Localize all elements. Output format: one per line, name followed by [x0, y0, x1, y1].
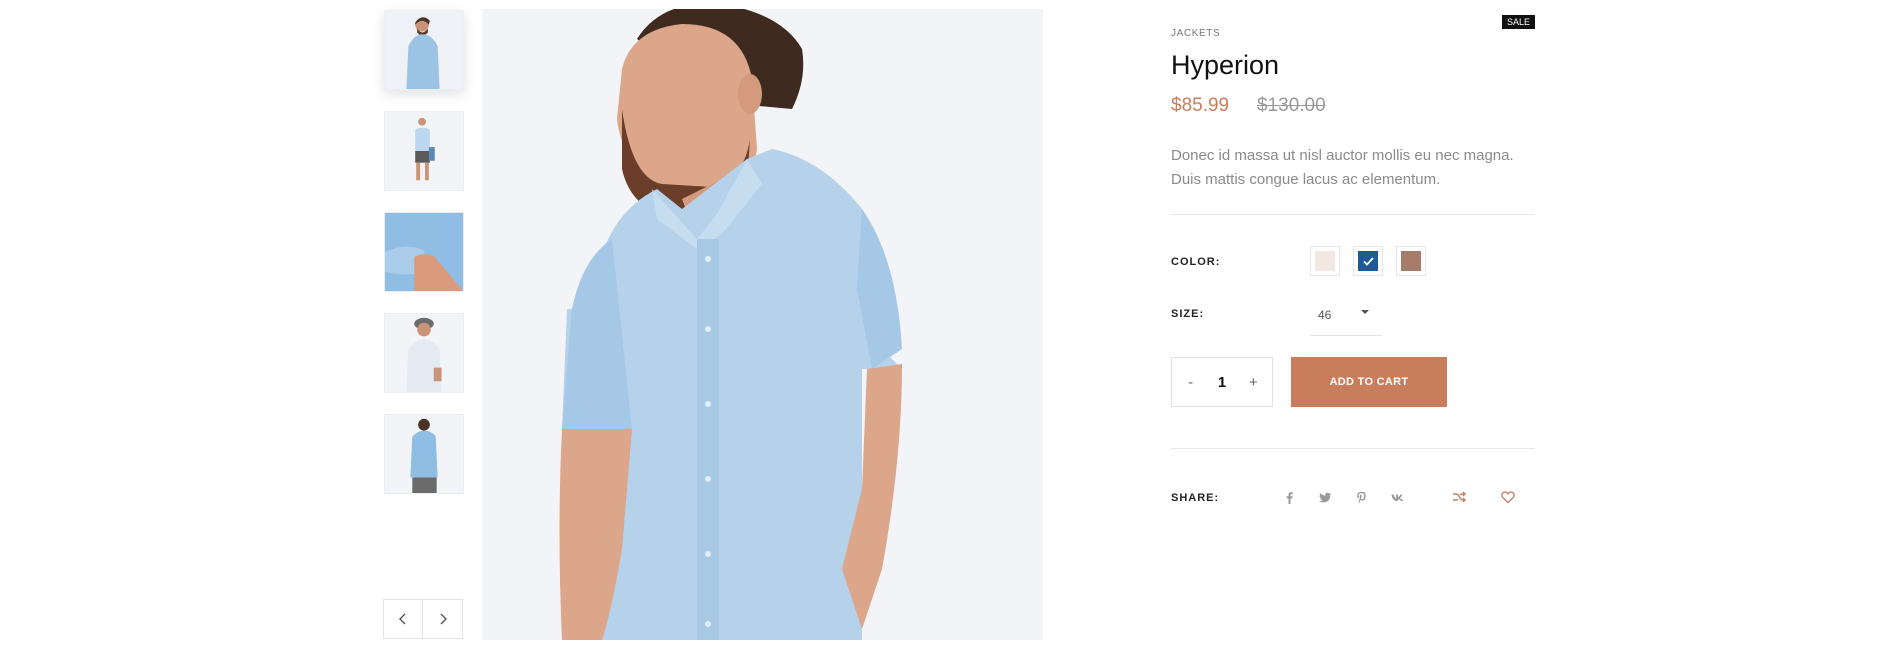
- current-price: $85.99: [1171, 95, 1230, 116]
- color-chip: [1315, 251, 1335, 271]
- increase-quantity-button[interactable]: +: [1243, 374, 1263, 391]
- color-label: COLOR:: [1171, 256, 1221, 268]
- pinterest-icon[interactable]: [1353, 489, 1369, 505]
- divider: [1171, 448, 1535, 449]
- thumbnail-navigation: [383, 599, 463, 639]
- thumbnail-image: [385, 415, 463, 493]
- checkmark-icon: [1362, 256, 1374, 266]
- main-product-image[interactable]: [482, 9, 1043, 640]
- add-to-cart-button[interactable]: ADD TO CART: [1291, 357, 1447, 407]
- share-icons: [1281, 489, 1425, 505]
- chevron-left-icon: [399, 613, 406, 625]
- decrease-quantity-button[interactable]: -: [1181, 374, 1201, 391]
- divider: [1171, 214, 1535, 215]
- share-label: SHARE:: [1171, 492, 1220, 504]
- thumbnail-4[interactable]: [384, 313, 464, 393]
- thumbnail-image: [385, 213, 463, 291]
- thumbnail-image: [385, 11, 463, 89]
- product-photo: [482, 9, 1043, 640]
- next-thumbnail-button[interactable]: [423, 599, 463, 639]
- shuffle-icon[interactable]: [1451, 489, 1467, 505]
- thumbnail-1[interactable]: [384, 10, 464, 90]
- size-select[interactable]: 46: [1310, 300, 1382, 336]
- color-swatch-cream[interactable]: [1310, 246, 1340, 276]
- old-price: $130.00: [1257, 95, 1326, 116]
- size-label: SIZE:: [1171, 308, 1205, 320]
- thumbnail-5[interactable]: [384, 414, 464, 494]
- heart-icon[interactable]: [1500, 489, 1516, 505]
- sale-badge: SALE: [1501, 15, 1535, 29]
- thumbnail-image: [385, 314, 463, 392]
- color-chip: [1401, 251, 1421, 271]
- product-title: Hyperion: [1171, 50, 1280, 80]
- facebook-icon[interactable]: [1281, 489, 1297, 505]
- caret-down-icon: [1361, 310, 1369, 314]
- quantity-value[interactable]: 1: [1218, 374, 1226, 391]
- thumbnail-2[interactable]: [384, 111, 464, 191]
- product-description: Donec id massa ut nisl auctor mollis eu …: [1171, 147, 1514, 188]
- thumbnail-list: [384, 10, 464, 515]
- chevron-right-icon: [440, 613, 447, 625]
- size-value: 46: [1318, 308, 1332, 322]
- product-category[interactable]: JACKETS: [1171, 28, 1220, 39]
- prev-thumbnail-button[interactable]: [383, 599, 423, 639]
- thumbnail-image: [385, 112, 463, 190]
- quantity-stepper: - 1 +: [1171, 357, 1273, 407]
- color-swatch-blue[interactable]: [1353, 246, 1383, 276]
- vk-icon[interactable]: [1389, 489, 1405, 505]
- color-swatch-brown[interactable]: [1396, 246, 1426, 276]
- thumbnail-3[interactable]: [384, 212, 464, 292]
- twitter-icon[interactable]: [1317, 489, 1333, 505]
- color-chip: [1358, 251, 1378, 271]
